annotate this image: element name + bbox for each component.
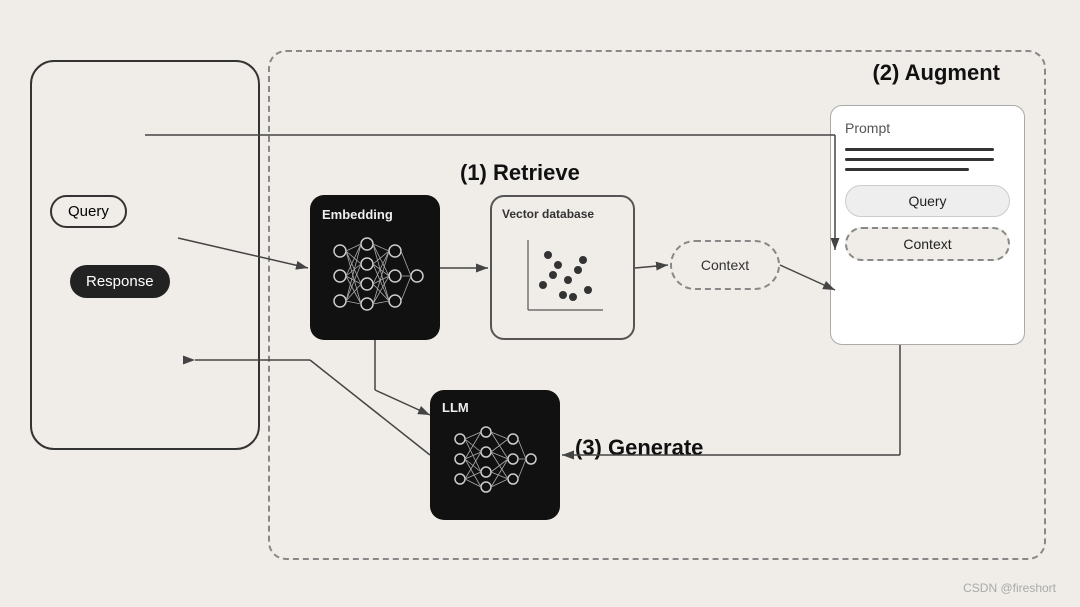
query-bubble: Query — [50, 195, 127, 228]
vector-db-box: Vector database — [490, 195, 635, 340]
embedding-nn-icon — [325, 231, 425, 321]
prompt-line-3 — [845, 168, 969, 171]
embedding-label: Embedding — [322, 207, 393, 222]
diagram-area: Query Response (2) Augment Prompt Query … — [0, 0, 1080, 607]
prompt-card-title: Prompt — [845, 120, 1010, 136]
response-label: Response — [86, 273, 154, 290]
llm-box: LLM — [430, 390, 560, 520]
watermark: CSDN @fireshort — [963, 581, 1056, 595]
query-label: Query — [68, 203, 109, 220]
prompt-context-pill: Context — [845, 227, 1010, 261]
prompt-query-pill: Query — [845, 185, 1010, 217]
prompt-card: Prompt Query Context — [830, 105, 1025, 345]
generate-label: (3) Generate — [575, 435, 703, 461]
augment-label: (2) Augment — [872, 60, 1000, 86]
response-bubble: Response — [70, 265, 170, 298]
context-bubble: Context — [670, 240, 780, 290]
retrieve-label: (1) Retrieve — [460, 160, 580, 186]
chat-container — [30, 60, 260, 450]
llm-nn-icon — [448, 419, 543, 499]
prompt-lines — [845, 148, 1010, 171]
prompt-line-2 — [845, 158, 994, 161]
llm-label: LLM — [442, 400, 469, 415]
vector-db-label: Vector database — [502, 207, 594, 221]
embedding-box: Embedding — [310, 195, 440, 340]
vector-db-icon — [508, 225, 618, 325]
context-label: Context — [701, 257, 749, 273]
prompt-line-1 — [845, 148, 994, 151]
